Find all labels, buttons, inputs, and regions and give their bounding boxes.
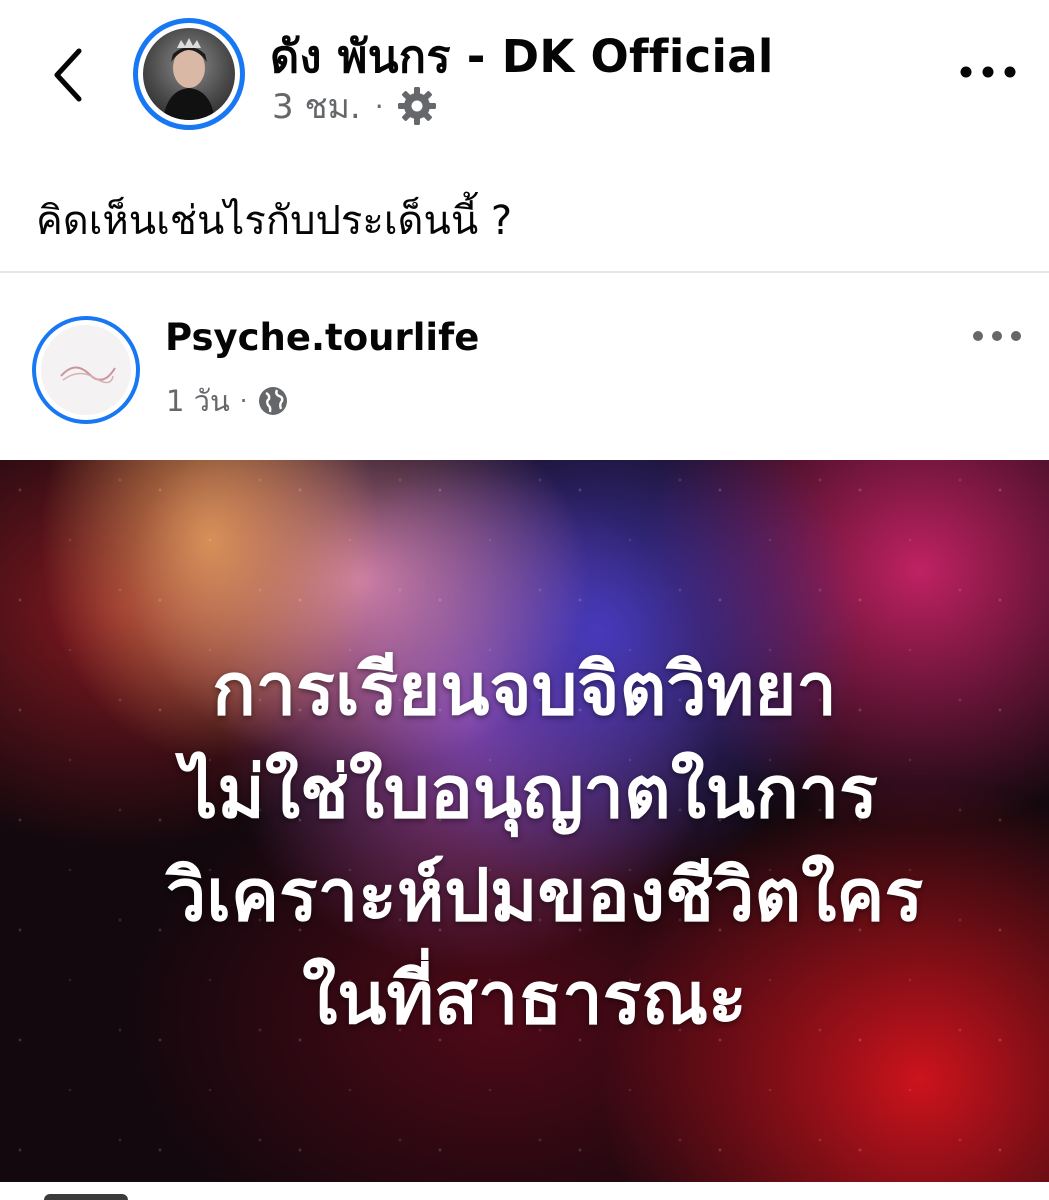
image-text-line: การเรียนจบจิตวิทยา [212, 647, 837, 731]
divider [0, 271, 1049, 273]
shared-page-avatar[interactable] [32, 316, 140, 424]
post-more-button[interactable] [948, 52, 1028, 92]
post-text: คิดเห็นเช่นไรกับประเด็นนี้ ? [36, 198, 513, 244]
back-button[interactable] [38, 40, 98, 110]
image-text-line: ไม่ใช่ใบอนุญาตในการ [181, 750, 878, 834]
shared-meta-separator: · [239, 387, 248, 415]
shared-post-time[interactable]: 1 วัน [166, 378, 230, 424]
bottom-area [0, 1182, 1049, 1200]
shared-page-logo [41, 325, 131, 415]
more-horizontal-icon [973, 331, 1021, 341]
author-avatar-image [143, 28, 235, 120]
image-caption: การเรียนจบจิตวิทยา ไม่ใช่ใบอนุญาตในการ ว… [0, 638, 1049, 1050]
more-horizontal-icon [960, 66, 1016, 78]
author-avatar[interactable] [133, 18, 245, 130]
image-text-line: ในที่สาธารณะ [302, 956, 747, 1040]
meta-separator: · [374, 89, 384, 123]
shared-post-meta: 1 วัน · [166, 380, 289, 422]
post-time[interactable]: 3 ชม. [272, 79, 361, 133]
shared-more-button[interactable] [962, 318, 1032, 354]
gear-icon [397, 87, 436, 125]
post-meta: 3 ชม. · [272, 82, 438, 130]
image-text-line: วิเคราะห์ปมของชีวิตใคร [165, 853, 924, 937]
globe-icon [259, 387, 288, 415]
chevron-left-icon [54, 48, 82, 102]
post-detail-screen: ดัง พันกร - DK Official 3 ชม. · คิดเห็นเ… [0, 0, 1049, 1200]
shared-page-name[interactable]: Psyche.tourlife [165, 316, 479, 359]
post-image[interactable]: การเรียนจบจิตวิทยา ไม่ใช่ใบอนุญาตในการ ว… [0, 460, 1049, 1182]
bottom-control[interactable] [44, 1194, 128, 1200]
